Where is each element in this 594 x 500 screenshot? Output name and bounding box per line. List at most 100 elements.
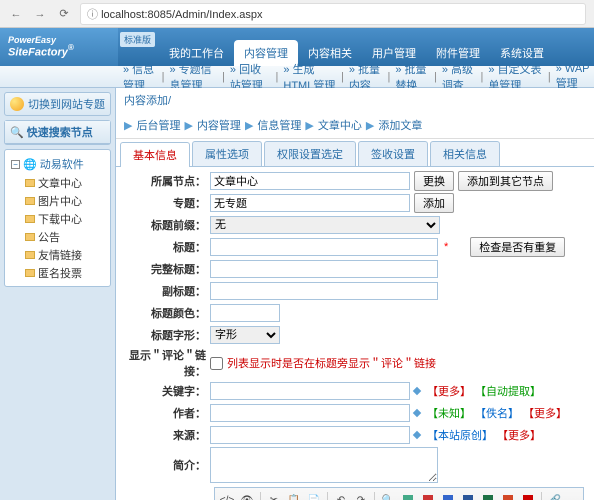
folder-icon (25, 215, 35, 223)
link-icon[interactable]: 🔗 (546, 491, 564, 500)
add-spec-button[interactable]: 添加 (414, 193, 454, 213)
lbl-prefix: 标题前缀： (120, 217, 210, 233)
media-icon[interactable] (439, 491, 457, 500)
article-form: 所属节点：更换添加到其它节点 专题：添加 标题前缀：无 标题：*检查是否有重复 … (116, 167, 594, 500)
browser-toolbar: ← → ⟳ ⓘ localhost:8085/Admin/Index.aspx (0, 0, 594, 28)
spec-field[interactable] (210, 194, 410, 212)
rich-editor: </>👁 ✂📋📄 ↶↷ 🔍 🔗▦—☺ BIUS (214, 487, 584, 500)
back-icon[interactable]: ← (8, 6, 24, 22)
intro-field[interactable] (210, 447, 438, 483)
copy-icon[interactable]: 📋 (285, 491, 303, 500)
sub-nav: » 信息管理|» 专题信息管理|» 回收站管理|» 生成HTML管理|» 批量内… (0, 66, 594, 88)
change-node-button[interactable]: 更换 (414, 171, 454, 191)
image-icon[interactable] (399, 491, 417, 500)
sidebar: 切换到网站专题 🔍快速搜索节点 −🌐动易软件 文章中心图片中心下载中心公告友情链… (0, 88, 116, 500)
breadcrumb: ▶后台管理 ▶内容管理 ▶信息管理 ▶文章中心 ▶添加文章 (116, 112, 594, 139)
lbl-node: 所属节点： (120, 173, 210, 189)
lbl-sub: 副标题： (120, 283, 210, 299)
tree-root[interactable]: −🌐动易软件 (7, 154, 108, 174)
add-other-node-button[interactable]: 添加到其它节点 (458, 171, 553, 191)
folder-icon (25, 251, 35, 259)
source-icon[interactable]: </> (218, 491, 236, 500)
undo-icon[interactable]: ↶ (332, 491, 350, 500)
src-more-link[interactable]: 【更多】 (497, 427, 541, 443)
word-icon[interactable] (459, 491, 477, 500)
source-field[interactable] (210, 426, 410, 444)
au-anon-link[interactable]: 【佚名】 (475, 405, 519, 421)
au-unknown-link[interactable]: 【未知】 (427, 405, 471, 421)
full-title-field[interactable] (210, 260, 438, 278)
diamond-icon (413, 431, 421, 439)
folder-icon (25, 179, 35, 187)
kw-more-link[interactable]: 【更多】 (427, 383, 471, 399)
logo: PowerEasy SiteFactory® (0, 28, 118, 66)
forward-icon[interactable]: → (32, 6, 48, 22)
cut-icon[interactable]: ✂ (265, 491, 283, 500)
tab-1[interactable]: 属性选项 (192, 141, 262, 166)
crumb-info[interactable]: 信息管理 (257, 117, 301, 133)
lbl-kw: 关键字： (120, 383, 210, 399)
pdf-icon[interactable] (519, 491, 537, 500)
keyword-field[interactable] (210, 382, 410, 400)
section-heading: 内容添加/ (116, 88, 594, 112)
title-color-field[interactable] (210, 304, 280, 322)
sidebar-switch[interactable]: 切换到网站专题 (4, 92, 111, 116)
check-dup-button[interactable]: 检查是否有重复 (470, 237, 565, 257)
lbl-src: 来源： (120, 427, 210, 443)
globe-icon: 🌐 (23, 158, 37, 171)
crumb-admin[interactable]: 后台管理 (136, 117, 180, 133)
tree-node-5[interactable]: 匿名投票 (23, 264, 108, 282)
prefix-select[interactable]: 无 (210, 216, 440, 234)
lbl-full: 完整标题： (120, 261, 210, 277)
node-field[interactable] (210, 172, 410, 190)
collapse-icon[interactable]: − (11, 160, 20, 169)
tree-node-4[interactable]: 友情链接 (23, 246, 108, 264)
lbl-tcolor: 标题颜色： (120, 305, 210, 321)
redo-icon[interactable]: ↷ (352, 491, 370, 500)
diamond-icon (413, 409, 421, 417)
preview-icon[interactable]: 👁 (238, 491, 256, 500)
required-icon: * (444, 241, 448, 253)
find-icon[interactable]: 🔍 (379, 491, 397, 500)
title-font-select[interactable]: 字形 (210, 326, 280, 344)
main-panel: 内容添加/ ▶后台管理 ▶内容管理 ▶信息管理 ▶文章中心 ▶添加文章 基本信息… (116, 88, 594, 500)
paste-icon[interactable]: 📄 (305, 491, 323, 500)
editor-toolbar-1: </>👁 ✂📋📄 ↶↷ 🔍 🔗▦—☺ (215, 488, 583, 500)
author-field[interactable] (210, 404, 410, 422)
lbl-intro: 简介： (120, 447, 210, 473)
crumb-current: 添加文章 (378, 117, 422, 133)
excel-icon[interactable] (479, 491, 497, 500)
quick-search-header[interactable]: 🔍快速搜索节点 (5, 121, 110, 144)
ppt-icon[interactable] (499, 491, 517, 500)
src-orig-link[interactable]: 【本站原创】 (427, 427, 493, 443)
sub-title-field[interactable] (210, 282, 438, 300)
folder-icon (25, 269, 35, 277)
flash-icon[interactable] (419, 491, 437, 500)
lbl-title: 标题： (120, 239, 210, 255)
lbl-cmt: 显示＂评论＂链接： (120, 347, 210, 379)
au-more-link[interactable]: 【更多】 (523, 405, 567, 421)
tree-node-2[interactable]: 下载中心 (23, 210, 108, 228)
comment-checkbox[interactable] (210, 357, 223, 370)
tab-2[interactable]: 权限设置选定 (264, 141, 356, 166)
lbl-tfont: 标题字形： (120, 327, 210, 343)
reload-icon[interactable]: ⟳ (56, 6, 72, 22)
url-bar[interactable]: ⓘ localhost:8085/Admin/Index.aspx (80, 3, 586, 25)
kw-auto-link[interactable]: 【自动提取】 (475, 383, 541, 399)
subnav-8[interactable]: » WAP管理 (553, 63, 594, 91)
node-tree: −🌐动易软件 文章中心图片中心下载中心公告友情链接匿名投票 (5, 150, 110, 286)
tree-node-0[interactable]: 文章中心 (23, 174, 108, 192)
title-field[interactable] (210, 238, 438, 256)
tab-0[interactable]: 基本信息 (120, 142, 190, 167)
crumb-content[interactable]: 内容管理 (197, 117, 241, 133)
folder-icon (25, 197, 35, 205)
search-icon: 🔍 (10, 126, 24, 139)
globe-icon (10, 97, 24, 111)
folder-icon (25, 233, 35, 241)
tree-node-1[interactable]: 图片中心 (23, 192, 108, 210)
tab-4[interactable]: 相关信息 (430, 141, 500, 166)
tree-node-3[interactable]: 公告 (23, 228, 108, 246)
form-tabs: 基本信息属性选项权限设置选定签收设置相关信息 (116, 141, 594, 167)
crumb-node[interactable]: 文章中心 (318, 117, 362, 133)
tab-3[interactable]: 签收设置 (358, 141, 428, 166)
